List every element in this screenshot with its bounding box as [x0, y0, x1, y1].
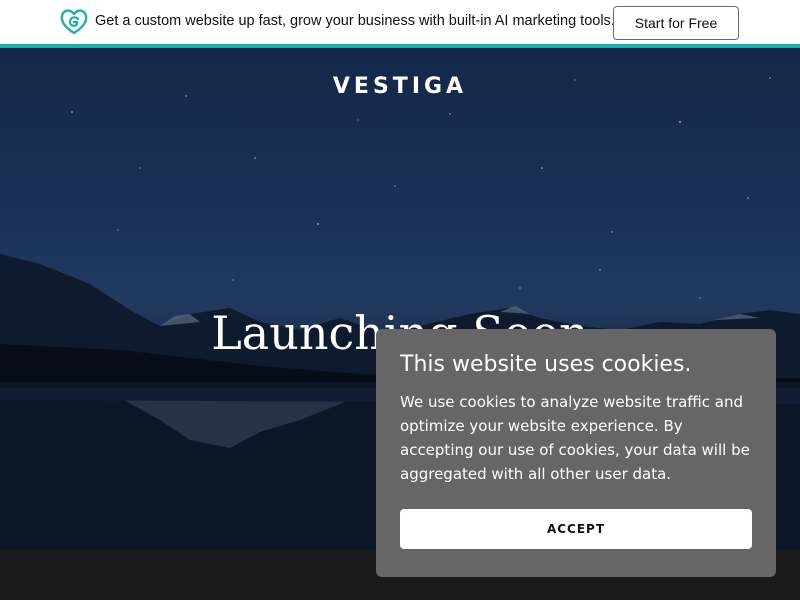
- promo-bar: Get a custom website up fast, grow your …: [0, 0, 800, 44]
- accept-cookies-button[interactable]: ACCEPT: [400, 509, 752, 549]
- promo-text: Get a custom website up fast, grow your …: [95, 13, 615, 29]
- cookie-body-text: We use cookies to analyze website traffi…: [400, 393, 750, 483]
- brand-logo[interactable]: VESTIGA: [0, 74, 800, 99]
- cookie-title: This website uses cookies.: [400, 352, 692, 377]
- stars: [39, 77, 771, 299]
- start-for-free-button[interactable]: Start for Free: [613, 6, 739, 40]
- godaddy-logo-icon[interactable]: [59, 8, 89, 36]
- cookie-banner: This website uses cookies. We use cookie…: [376, 329, 776, 577]
